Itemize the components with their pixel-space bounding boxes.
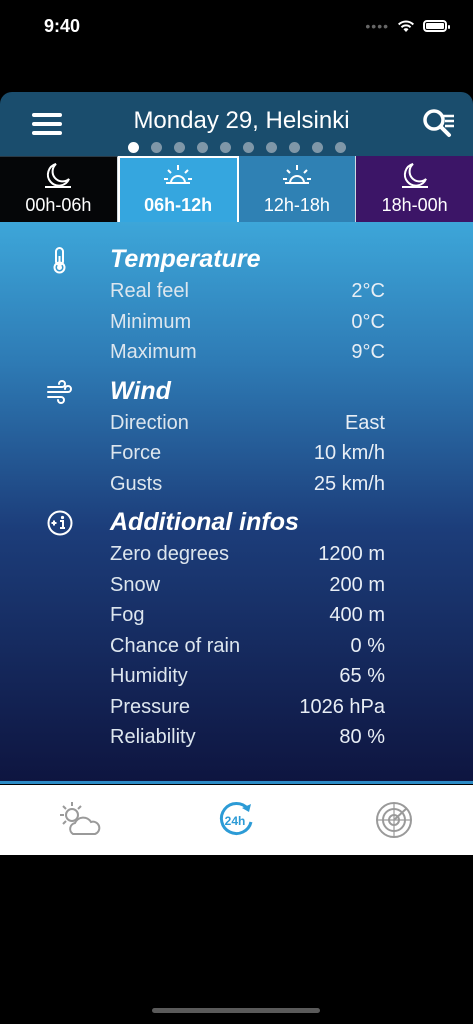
forecast-nav-button[interactable]	[54, 798, 104, 842]
page-dot[interactable]	[265, 142, 277, 153]
row-label: Snow	[110, 573, 161, 596]
tab-12h-18h[interactable]: 12h-18h	[238, 156, 357, 222]
row-value: East	[344, 411, 385, 434]
row-value: 1200 m	[318, 543, 385, 565]
header: Monday 29, Helsinki	[0, 92, 473, 156]
wifi-icon	[398, 20, 414, 32]
thermometer-icon	[53, 247, 66, 274]
row-label: Real feel	[110, 280, 189, 302]
additional-infos-section: Additional infos Zero degrees 1200 m Snow…	[0, 505, 473, 753]
status-icons: ••••	[365, 18, 450, 34]
temperature-section: Temperature Real feel 2°C Minimum 0°C Maxi…	[0, 242, 473, 368]
bottom-nav: 24h	[0, 785, 473, 855]
table-row: Chance of rain 0 %	[110, 631, 385, 662]
wind-section: Wind Direction East Force 10 km/h Gusts 25 …	[0, 374, 473, 500]
row-label: Direction	[110, 411, 189, 434]
time-tabs: 00h-06h 06h-12h 12h-18h 18h-00h	[0, 156, 473, 222]
page-dot[interactable]	[288, 142, 300, 153]
partly-cloudy-icon	[59, 802, 101, 835]
table-row: Zero degrees 1200 m	[110, 539, 385, 570]
table-row: Force 10 km/h	[110, 438, 385, 469]
row-value: 2°C	[351, 280, 385, 302]
row-label: Humidity	[110, 665, 188, 687]
table-row: Reliability 80 %	[110, 722, 385, 753]
page-dot[interactable]	[334, 142, 346, 153]
moon-icon	[45, 163, 72, 188]
24h-label: 24h	[225, 814, 246, 828]
row-label: Reliability	[110, 726, 196, 748]
page-dot[interactable]	[219, 142, 231, 153]
weather-app: Monday 29, Helsinki 00h-06h 06h-12h 12h-…	[0, 92, 473, 858]
page-dot[interactable]	[196, 142, 208, 153]
home-indicator[interactable]	[152, 1008, 320, 1013]
section-title: Temperature	[110, 245, 261, 273]
row-value: 0 %	[350, 634, 385, 657]
tab-label: 18h-00h	[381, 195, 448, 215]
tab-00h-06h[interactable]: 00h-06h	[0, 156, 118, 222]
table-row: Maximum 9°C	[110, 337, 385, 368]
sunrise-icon	[282, 165, 311, 184]
table-row: Real feel 2°C	[110, 276, 385, 307]
page-dot[interactable]	[242, 142, 254, 153]
row-value: 25 km/h	[313, 472, 385, 495]
status-time: 9:40	[44, 15, 81, 36]
row-value: 65 %	[339, 665, 385, 687]
24h-icon: 24h	[220, 802, 253, 835]
table-row: Fog 400 m	[110, 600, 385, 631]
wind-icon	[47, 379, 72, 404]
row-label: Fog	[110, 604, 145, 626]
table-row: Direction East	[110, 408, 385, 439]
tab-label: 06h-12h	[144, 195, 213, 215]
search-list-icon[interactable]	[421, 107, 455, 141]
row-label: Zero degrees	[110, 543, 229, 565]
page-dot[interactable]	[173, 142, 185, 153]
menu-icon[interactable]	[32, 113, 62, 135]
tab-06h-12h[interactable]: 06h-12h	[117, 156, 239, 222]
row-value: 10 km/h	[313, 442, 385, 464]
page-indicator[interactable]	[0, 142, 473, 153]
row-label: Force	[110, 442, 162, 464]
row-label: Pressure	[110, 695, 191, 718]
page-title: Monday 29, Helsinki	[133, 107, 350, 134]
24h-nav-button[interactable]: 24h	[211, 798, 261, 842]
page-dot[interactable]	[150, 142, 162, 153]
tab-label: 12h-18h	[263, 195, 330, 215]
table-row: Pressure 1026 hPa	[110, 692, 385, 723]
section-title: Additional infos	[110, 508, 299, 536]
row-label: Gusts	[110, 472, 163, 495]
row-label: Maximum	[110, 341, 197, 363]
row-label: Chance of rain	[110, 634, 241, 657]
row-value: 80 %	[339, 726, 385, 748]
row-value: 0°C	[351, 310, 385, 333]
moon-icon	[401, 163, 428, 188]
page-dot[interactable]	[127, 142, 139, 153]
radar-icon	[376, 802, 413, 838]
weather-details: Temperature Real feel 2°C Minimum 0°C Maxi…	[0, 222, 473, 784]
page-dot[interactable]	[311, 142, 323, 153]
tab-label: 00h-06h	[25, 195, 92, 215]
row-value: 1026 hPa	[299, 695, 385, 718]
tab-18h-00h[interactable]: 18h-00h	[356, 156, 473, 222]
info-plus-icon	[47, 510, 73, 536]
table-row: Gusts 25 km/h	[110, 469, 385, 500]
section-title: Wind	[110, 376, 171, 405]
row-label: Minimum	[110, 310, 192, 333]
table-row: Humidity 65 %	[110, 661, 385, 692]
table-row: Snow 200 m	[110, 570, 385, 601]
row-value: 9°C	[351, 341, 385, 363]
row-value: 400 m	[329, 604, 385, 626]
status-bar: 9:40 ••••	[0, 0, 473, 52]
row-value: 200 m	[329, 573, 385, 596]
cellular-icon: ••••	[365, 18, 389, 34]
table-row: Minimum 0°C	[110, 307, 385, 338]
sunrise-icon	[164, 165, 193, 184]
battery-icon	[423, 20, 450, 32]
radar-nav-button[interactable]	[369, 798, 419, 842]
